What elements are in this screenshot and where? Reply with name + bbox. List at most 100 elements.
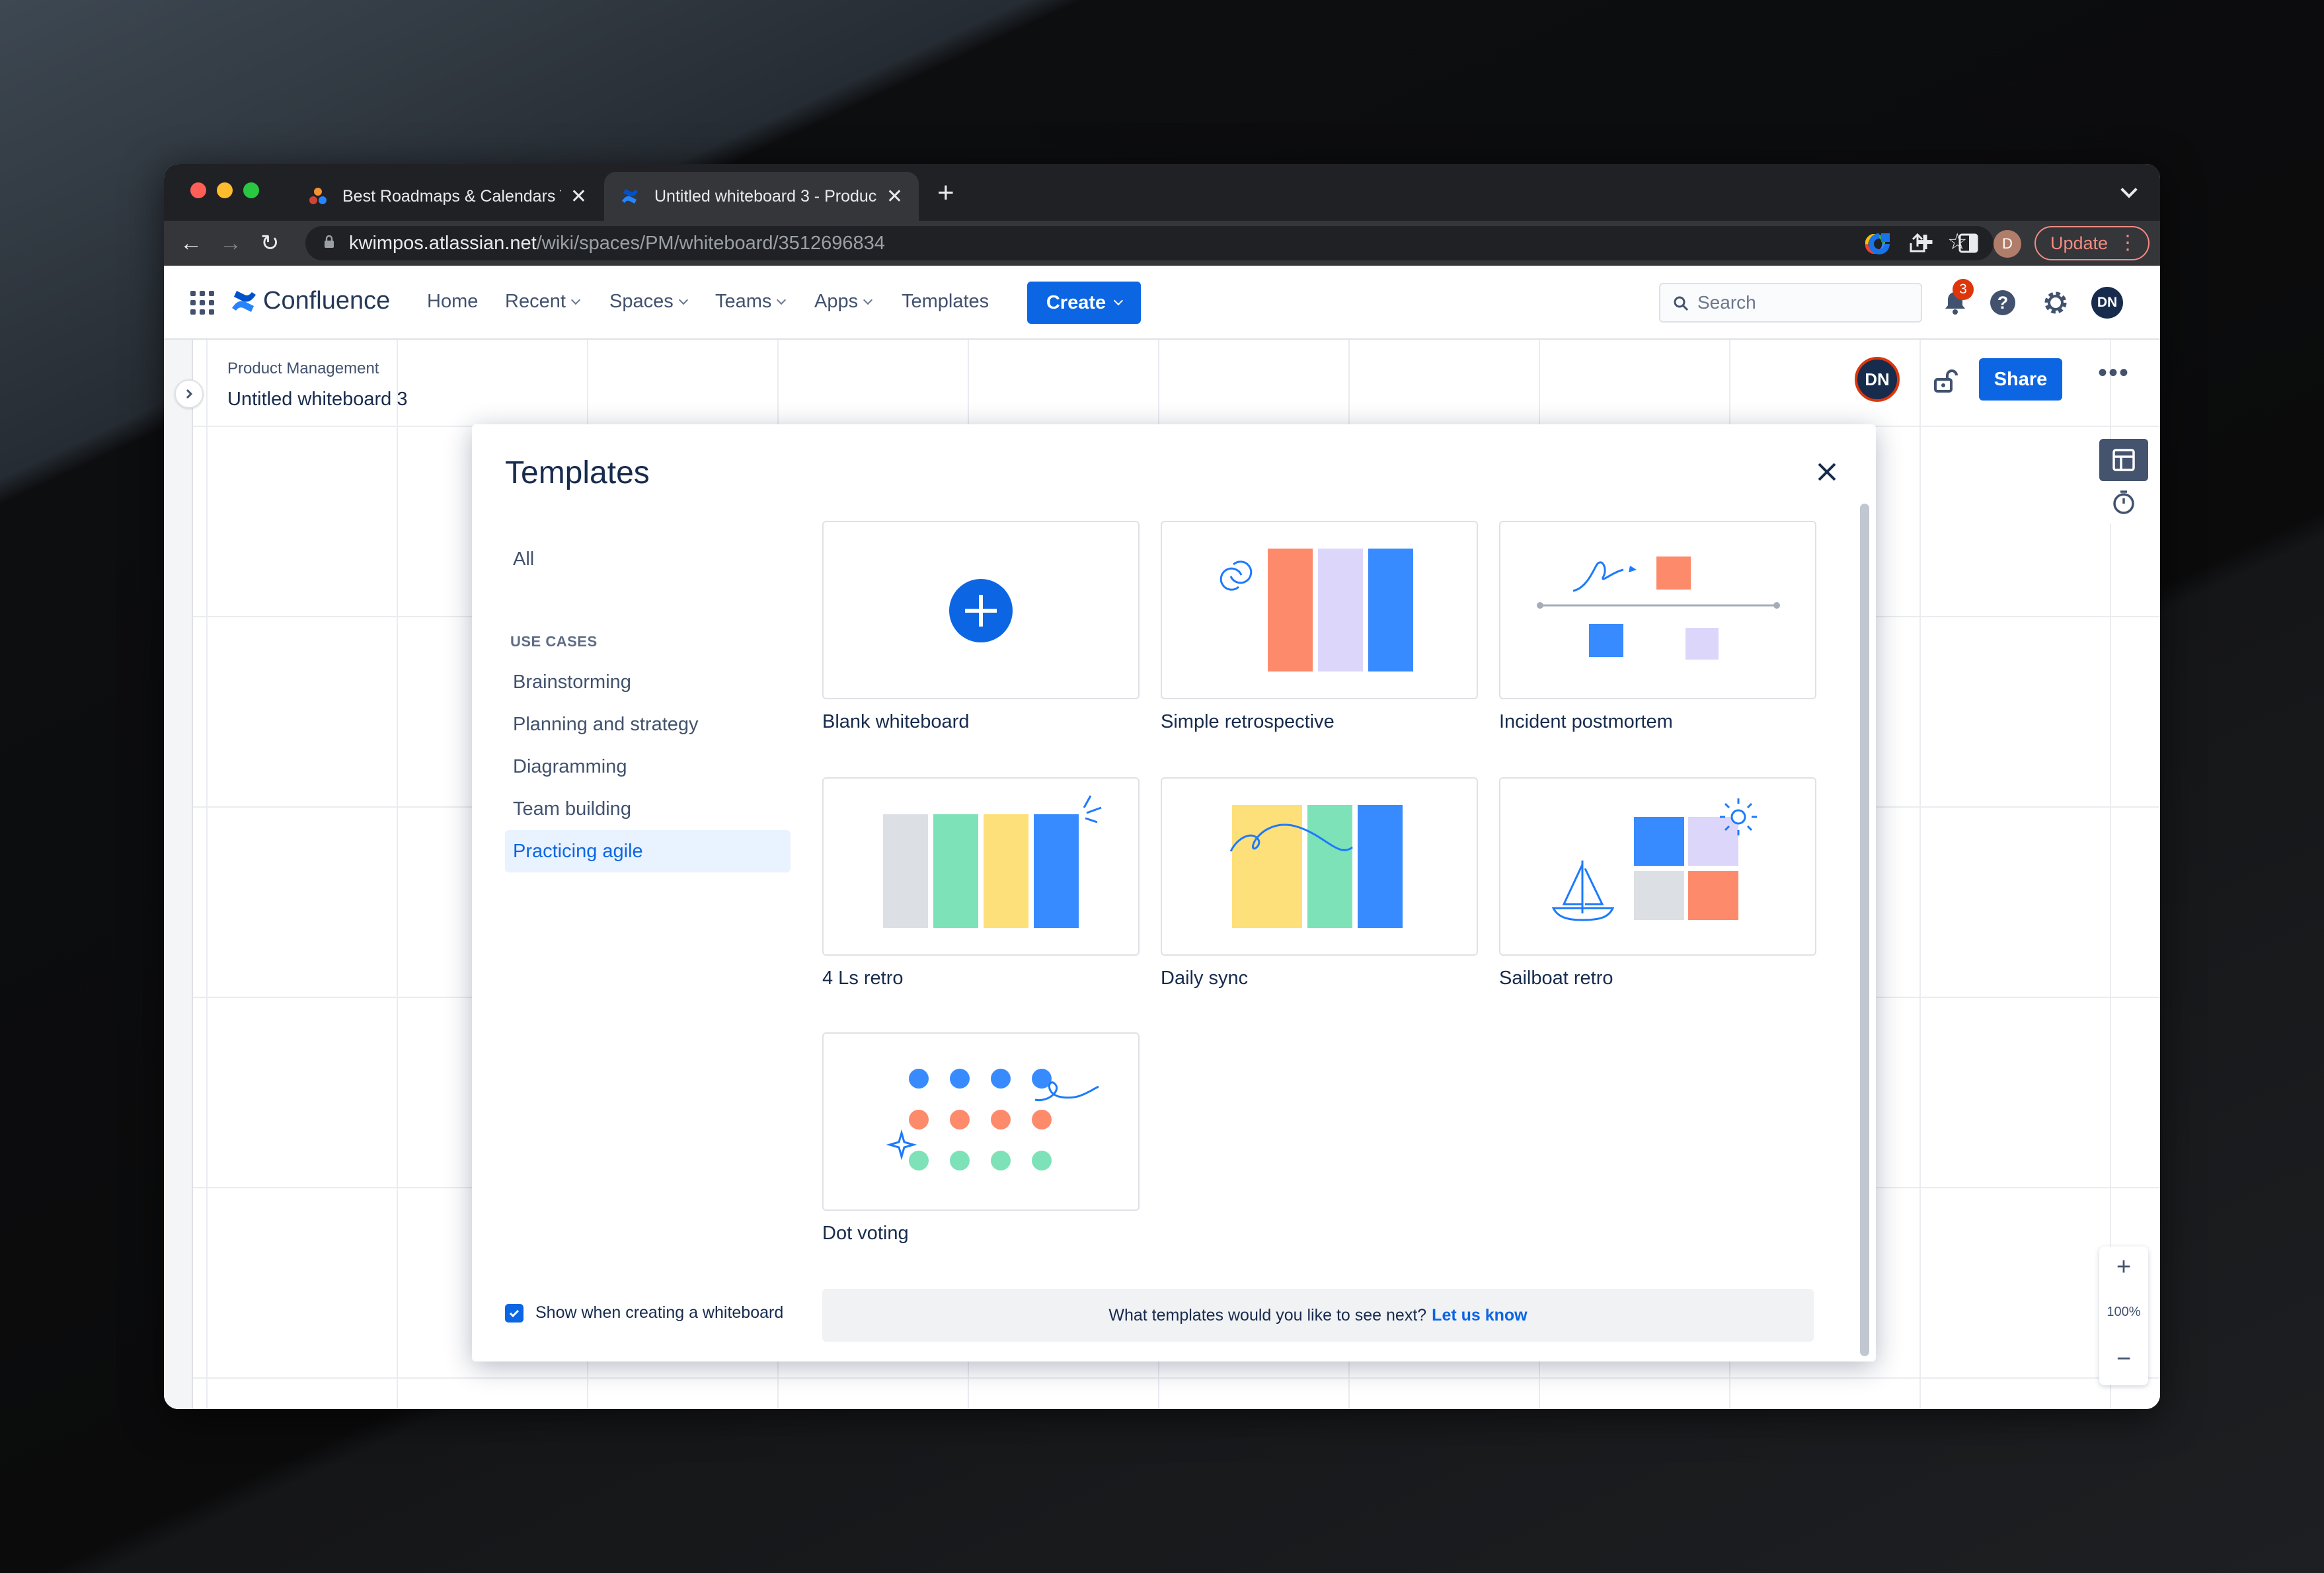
modal-title: Templates <box>505 455 650 490</box>
maximize-window-button[interactable] <box>243 182 259 198</box>
expand-sidebar-button[interactable] <box>174 379 204 408</box>
close-window-button[interactable] <box>190 182 206 198</box>
more-actions-icon[interactable]: ••• <box>2098 360 2130 386</box>
category-practicing-agile[interactable]: Practicing agile <box>505 830 791 872</box>
templates-panel-button[interactable] <box>2099 439 2148 481</box>
template-name: Simple retrospective <box>1161 711 1335 732</box>
template-name: Sailboat retro <box>1499 968 1613 989</box>
nav-apps[interactable]: Apps <box>814 291 873 313</box>
category-all-label: All <box>513 548 535 570</box>
template-layout-icon <box>2112 449 2135 471</box>
window-controls <box>190 182 259 198</box>
lock-icon <box>325 235 334 248</box>
zoom-controls: + 100% − <box>2099 1247 2148 1385</box>
app-switcher-icon[interactable] <box>190 291 214 315</box>
feedback-banner: What templates would you like to see nex… <box>822 1289 1814 1342</box>
templates-modal: Templates All USE CASES Brainstorming Pl… <box>472 424 1876 1362</box>
nav-templates-label: Templates <box>902 291 989 312</box>
template-card-4ls[interactable] <box>822 777 1140 956</box>
template-card-sailboat[interactable] <box>1499 777 1816 956</box>
timer-button[interactable] <box>2099 481 2148 523</box>
extensions-puzzle-icon[interactable]: ✚ <box>1917 230 1933 256</box>
unlock-icon[interactable] <box>1931 367 1958 394</box>
tab-close-icon[interactable]: ✕ <box>570 185 587 208</box>
share-button[interactable]: Share <box>1979 358 2062 401</box>
template-card-daily-sync[interactable] <box>1161 777 1478 956</box>
template-card-blank[interactable] <box>822 521 1140 699</box>
scrollbar[interactable] <box>1860 504 1869 1356</box>
browser-toolbar: ← → ↻ kwimpos.atlassian.net/wiki/spaces/… <box>164 221 2160 266</box>
nav-teams[interactable]: Teams <box>715 291 787 313</box>
collaborator-avatar[interactable]: DN <box>1855 357 1900 402</box>
category-label: Diagramming <box>513 755 627 777</box>
show-when-creating-checkbox[interactable]: Show when creating a whiteboard <box>505 1303 783 1323</box>
search-icon <box>1674 296 1689 311</box>
nav-recent[interactable]: Recent <box>505 291 580 313</box>
daily-sync-thumbnail <box>1229 805 1403 928</box>
zoom-in-button[interactable]: + <box>2099 1250 2148 1284</box>
svg-text:?: ? <box>1997 293 2009 313</box>
url-path: /wiki/spaces/PM/whiteboard/3512696834 <box>536 232 885 254</box>
breadcrumb-space[interactable]: Product Management <box>227 360 407 378</box>
chrome-menu-icon[interactable]: ⋮ <box>2118 231 2138 254</box>
category-all[interactable]: All <box>505 538 791 580</box>
user-avatar[interactable]: DN <box>2091 287 2123 319</box>
nav-apps-label: Apps <box>814 291 859 312</box>
nav-templates[interactable]: Templates <box>902 291 989 313</box>
zoom-out-button[interactable]: − <box>2099 1339 2148 1379</box>
tab-search-chevron-icon[interactable] <box>2120 181 2138 198</box>
category-brainstorming[interactable]: Brainstorming <box>505 661 791 703</box>
nav-teams-label: Teams <box>715 291 772 312</box>
chevron-down-icon <box>570 295 580 305</box>
tab-close-icon[interactable]: ✕ <box>886 185 903 208</box>
create-button[interactable]: Create <box>1027 282 1141 324</box>
update-label: Update <box>2050 233 2109 253</box>
blank-whiteboard-thumbnail <box>949 579 1013 642</box>
template-name: Daily sync <box>1161 968 1249 989</box>
help-icon[interactable]: ? <box>1988 288 2017 317</box>
browser-tab-roadmaps[interactable]: Best Roadmaps & Calendars Te ✕ <box>292 172 603 221</box>
share-label: Share <box>1994 368 2048 390</box>
category-label: Brainstorming <box>513 671 631 693</box>
incident-postmortem-thumbnail <box>1537 556 1780 660</box>
create-label: Create <box>1046 291 1106 313</box>
checkbox-label: Show when creating a whiteboard <box>535 1303 784 1322</box>
page-title[interactable]: Untitled whiteboard 3 <box>227 389 407 410</box>
back-arrow-icon[interactable]: ← <box>180 230 202 256</box>
side-panel-icon[interactable] <box>1958 233 1979 254</box>
browser-profile-avatar[interactable]: D <box>1994 230 2021 258</box>
forward-arrow-icon[interactable]: → <box>219 230 242 256</box>
chevron-right-icon <box>186 389 193 399</box>
category-team-building[interactable]: Team building <box>505 788 791 830</box>
confluence-favicon-icon <box>622 189 638 204</box>
search-input[interactable]: Search <box>1659 283 1922 323</box>
browser-tab-whiteboard[interactable]: Untitled whiteboard 3 - Produc ✕ <box>604 172 919 221</box>
nav-spaces[interactable]: Spaces <box>609 291 688 313</box>
close-icon[interactable] <box>1814 459 1840 485</box>
template-name: Incident postmortem <box>1499 711 1673 732</box>
address-bar[interactable]: kwimpos.atlassian.net/wiki/spaces/PM/whi… <box>305 226 1994 260</box>
dot-voting-thumbnail <box>886 1069 1099 1170</box>
template-card-incident[interactable] <box>1499 521 1816 699</box>
extension-blue-icon[interactable] <box>1867 231 1892 256</box>
template-card-simple-retro[interactable] <box>1161 521 1478 699</box>
zoom-level[interactable]: 100% <box>2099 1305 2148 1320</box>
sailboat-retro-thumbnail <box>1551 798 1757 921</box>
minimize-window-button[interactable] <box>217 182 233 198</box>
tab-title: Best Roadmaps & Calendars Te <box>342 186 561 206</box>
let-us-know-link[interactable]: Let us know <box>1432 1306 1527 1325</box>
update-button[interactable]: Update ⋮ <box>2034 226 2150 260</box>
reload-icon[interactable]: ↻ <box>260 230 280 256</box>
chevron-down-icon <box>777 295 787 305</box>
category-diagramming[interactable]: Diagramming <box>505 746 791 788</box>
checkbox-checked-icon[interactable] <box>505 1303 523 1323</box>
nav-home[interactable]: Home <box>427 291 478 313</box>
search-placeholder: Search <box>1697 292 1756 313</box>
category-planning[interactable]: Planning and strategy <box>505 703 791 746</box>
template-card-dot-voting[interactable] <box>822 1032 1140 1211</box>
simple-retrospective-thumbnail <box>1220 549 1413 671</box>
confluence-logo[interactable]: Confluence <box>230 287 390 315</box>
roadmaps-favicon-icon <box>309 188 327 204</box>
new-tab-button[interactable]: + <box>937 178 954 208</box>
settings-gear-icon[interactable] <box>2041 288 2070 317</box>
